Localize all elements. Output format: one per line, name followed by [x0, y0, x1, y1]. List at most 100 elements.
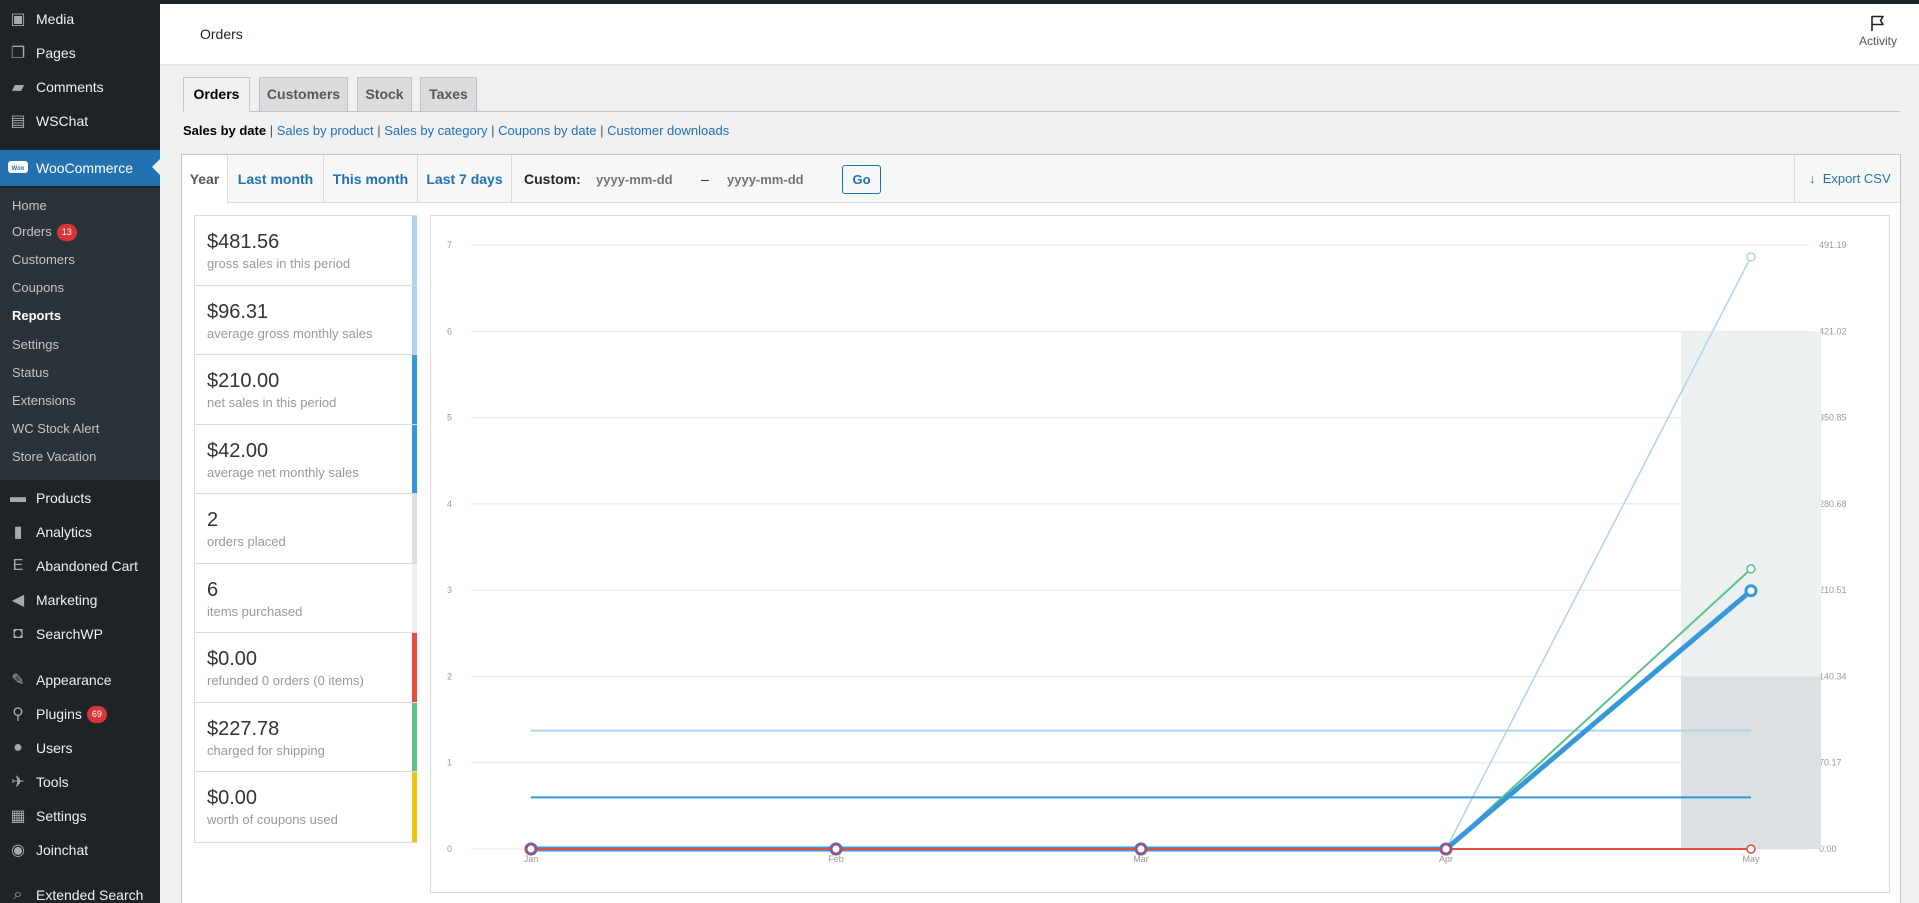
range-year[interactable]: Year: [182, 155, 228, 204]
sales-chart: 0 0.00 1 70.17 2 140.34 3 210.51 4 280.68 5 350.85 6…: [430, 215, 1890, 893]
series-line: [531, 256, 1752, 850]
legend-amount: $96.31: [207, 300, 269, 323]
data-point: [829, 842, 843, 856]
go-button[interactable]: Go: [842, 165, 881, 194]
range-last-month[interactable]: Last month: [228, 155, 324, 203]
legend-gross-sales[interactable]: $481.56 gross sales in this period: [195, 216, 417, 286]
data-point: [1744, 584, 1758, 598]
legend-net-sales[interactable]: $210.00 net sales in this period: [195, 355, 417, 425]
coupons-by-date-link[interactable]: Coupons by date: [498, 123, 596, 138]
menu-settings[interactable]: ▦ Settings: [0, 799, 160, 833]
legend-average-net-sales[interactable]: $42.00 average net monthly sales: [195, 424, 417, 494]
legend-amount: $481.56: [207, 231, 280, 253]
menu-label: Abandoned Cart: [36, 558, 138, 574]
whatsapp-icon: ◉: [11, 842, 25, 859]
products-icon: ▬: [10, 489, 26, 506]
submenu-status[interactable]: Status: [12, 365, 49, 380]
menu-label: Pages: [36, 45, 76, 61]
y-right-tick-label: 350.85: [1819, 413, 1847, 423]
megaphone-icon: ◀: [11, 592, 25, 609]
abandoned-cart-icon: E: [12, 557, 24, 574]
legend-color-bar: [412, 216, 417, 285]
sales-by-category-link[interactable]: Sales by category: [384, 123, 487, 138]
y-left-tick-label: 4: [447, 499, 452, 509]
submenu-customers[interactable]: Customers: [12, 252, 75, 267]
activity-button[interactable]: Activity: [1853, 14, 1903, 48]
legend-amount: $227.78: [207, 717, 280, 740]
svg-text:Woo: Woo: [12, 166, 25, 172]
submenu-coupons[interactable]: Coupons: [12, 280, 64, 295]
menu-abandoned-cart[interactable]: E Abandoned Cart: [0, 549, 160, 583]
legend-coupons[interactable]: $0.00 worth of coupons used: [195, 772, 417, 842]
menu-appearance[interactable]: ✎ Appearance: [0, 663, 160, 697]
legend-color-bar: [412, 424, 417, 493]
search-icon: ⌕: [13, 886, 23, 903]
menu-marketing[interactable]: ◀ Marketing: [0, 583, 160, 617]
tab-orders[interactable]: Orders: [183, 77, 250, 112]
menu-label: Marketing: [36, 592, 98, 608]
data-point: [1746, 564, 1756, 574]
menu-media[interactable]: ▣ Media: [0, 2, 160, 36]
export-csv-button[interactable]: ↓ Export CSV: [1794, 155, 1900, 203]
legend-description: gross sales in this period: [207, 256, 351, 271]
legend-shipping[interactable]: $227.78 charged for shipping: [195, 702, 417, 772]
legend-amount: $210.00: [207, 370, 280, 392]
submenu-reports[interactable]: Reports: [12, 308, 61, 323]
export-csv-label: Export CSV: [1822, 171, 1891, 186]
menu-joinchat[interactable]: ◉ Joinchat: [0, 833, 160, 867]
submenu-wc-stock-alert[interactable]: WC Stock Alert: [12, 421, 99, 436]
settings-icon: ▦: [10, 808, 26, 825]
submenu-orders[interactable]: Orders 13: [12, 224, 77, 241]
tab-customers[interactable]: Customers: [259, 77, 348, 112]
legend-color-bar: [412, 772, 417, 842]
brush-icon: ✎: [11, 672, 25, 689]
range-last-7-days[interactable]: Last 7 days: [418, 155, 512, 203]
menu-extended-search[interactable]: ⌕ Extended Search: [0, 878, 160, 903]
menu-tools[interactable]: ✈ Tools: [0, 765, 160, 799]
sales-by-date-link[interactable]: Sales by date: [183, 123, 266, 138]
menu-products[interactable]: ▬ Products: [0, 481, 160, 515]
menu-woocommerce[interactable]: Woo WooCommerce: [0, 150, 160, 186]
submenu-store-vacation[interactable]: Store Vacation: [12, 449, 96, 464]
custom-range-label: Custom:: [524, 171, 581, 187]
menu-comments[interactable]: ▰ Comments: [0, 70, 160, 104]
tab-stock[interactable]: Stock: [357, 77, 412, 112]
legend-orders-placed[interactable]: 2 orders placed: [195, 494, 417, 564]
custom-start-date-input[interactable]: [596, 167, 706, 191]
date-range-dash: –: [701, 171, 709, 187]
sales-by-product-link[interactable]: Sales by product: [277, 123, 374, 138]
plugins-icon: ⚲: [12, 706, 24, 723]
menu-label: Comments: [36, 79, 104, 95]
custom-end-date-input[interactable]: [727, 167, 837, 191]
plugins-update-badge: 69: [86, 705, 107, 723]
legend-refunds[interactable]: $0.00 refunded 0 orders (0 items): [195, 633, 417, 703]
legend-average-gross-sales[interactable]: $96.31 average gross monthly sales: [195, 285, 417, 355]
range-this-month[interactable]: This month: [324, 155, 418, 203]
legend-items-purchased[interactable]: 6 items purchased: [195, 563, 417, 633]
menu-users[interactable]: ● Users: [0, 731, 160, 765]
legend-description: items purchased: [207, 603, 303, 619]
menu-label: WSChat: [36, 113, 89, 129]
submenu-settings[interactable]: Settings: [12, 337, 59, 352]
y-left-tick-label: 3: [447, 585, 452, 595]
menu-wschat[interactable]: ▤ WSChat: [0, 104, 160, 138]
tab-taxes[interactable]: Taxes: [420, 77, 477, 112]
menu-label: Products: [36, 490, 92, 506]
legend-color-bar: [412, 285, 417, 354]
menu-analytics[interactable]: ▮ Analytics: [0, 515, 160, 549]
series-line: [531, 588, 1753, 852]
submenu-extensions[interactable]: Extensions: [12, 393, 76, 408]
legend-description: average net monthly sales: [207, 464, 359, 480]
menu-plugins[interactable]: ⚲ Plugins 69: [0, 697, 160, 731]
submenu-home[interactable]: Home: [12, 198, 47, 213]
menu-searchwp[interactable]: ◘ SearchWP: [0, 617, 160, 651]
page-title: Orders: [200, 26, 243, 42]
menu-label: Plugins: [36, 706, 82, 722]
menu-pages[interactable]: ❐ Pages: [0, 36, 160, 70]
activity-label: Activity: [1858, 34, 1897, 48]
comments-icon: ▰: [11, 79, 25, 96]
download-arrow-icon: ↓: [1809, 171, 1816, 186]
chat-icon: ▤: [10, 113, 26, 130]
customer-downloads-link[interactable]: Customer downloads: [607, 123, 729, 138]
link-separator: |: [269, 123, 277, 138]
